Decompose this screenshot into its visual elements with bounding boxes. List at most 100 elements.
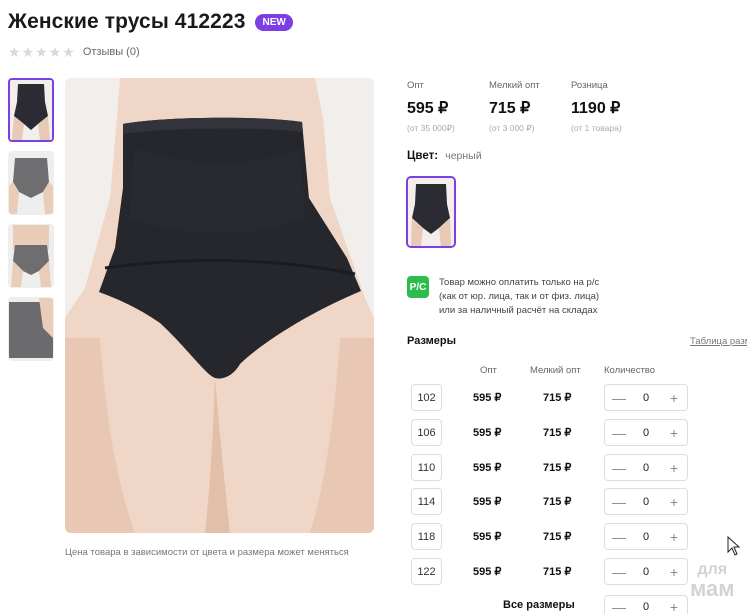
quantity-stepper: — 0 + (604, 558, 688, 585)
size-small-price: 715 ₽ (543, 566, 572, 578)
quantity-value[interactable]: 0 (643, 601, 649, 613)
minus-button[interactable]: — (612, 461, 626, 475)
size-label: 118 (411, 523, 442, 550)
size-opt-price: 595 ₽ (473, 531, 502, 543)
minus-button[interactable]: — (612, 495, 626, 509)
star-icon: ★ (21, 44, 35, 60)
reviews-link[interactable]: Отзывы (0) (83, 46, 140, 58)
product-title-row: Женские трусы 412223 NEW (8, 10, 293, 34)
price-block: Опт 595 ₽ (от 35 000₽) Мелкий опт 715 ₽ … (407, 80, 653, 134)
size-row: 118 595 ₽ 715 ₽ — 0 + (411, 523, 701, 551)
star-icon: ★ (62, 44, 75, 60)
new-badge: NEW (255, 13, 293, 31)
payment-text: Товар можно оплатить только на р/с (как … (439, 276, 629, 318)
price-label: Розница (571, 80, 608, 91)
quantity-stepper: — 0 + (604, 419, 688, 446)
minus-button[interactable]: — (612, 530, 626, 544)
column-header-opt: Опт (480, 365, 497, 376)
main-product-image[interactable] (65, 78, 374, 533)
thumbnail-2[interactable] (8, 151, 54, 215)
bank-transfer-icon: Р/С (407, 276, 429, 298)
plus-button[interactable]: + (668, 426, 680, 440)
column-header-small-opt: Мелкий опт (530, 365, 581, 376)
watermark-line: мам (690, 576, 735, 601)
size-label: 102 (411, 384, 442, 411)
size-small-price: 715 ₽ (543, 531, 572, 543)
size-label: 122 (411, 558, 442, 585)
all-sizes-label: Все размеры (503, 599, 575, 611)
plus-button[interactable]: + (668, 530, 680, 544)
rating-row: ★ ★ ★ ★ ★ Отзывы (0) (8, 45, 140, 59)
size-opt-price: 595 ₽ (473, 392, 502, 404)
payment-line: Товар можно оплатить только на р/с (439, 277, 600, 288)
size-small-price: 715 ₽ (543, 462, 572, 474)
price-note: (от 1 товара) (571, 123, 622, 133)
size-row: 106 595 ₽ 715 ₽ — 0 + (411, 419, 701, 447)
size-small-price: 715 ₽ (543, 392, 572, 404)
size-opt-price: 595 ₽ (473, 496, 502, 508)
quantity-value[interactable]: 0 (643, 531, 649, 543)
plus-button[interactable]: + (668, 600, 680, 614)
price-caption: Цена товара в зависимости от цвета и раз… (65, 547, 349, 558)
price-note: (от 35 000₽) (407, 123, 455, 133)
all-sizes-stepper: — 0 + (604, 595, 688, 614)
size-label: 110 (411, 454, 442, 481)
size-opt-price: 595 ₽ (473, 462, 502, 474)
column-header-quantity: Количество (604, 365, 656, 376)
quantity-stepper: — 0 + (604, 523, 688, 550)
plus-button[interactable]: + (668, 391, 680, 405)
thumbnail-list (8, 78, 54, 361)
price-label: Мелкий опт (489, 80, 540, 91)
price-value: 1190 ₽ (571, 100, 621, 117)
all-sizes-row: Все размеры — 0 + (411, 595, 701, 614)
sizes-title: Размеры (407, 335, 457, 347)
thumbnail-1[interactable] (8, 78, 54, 142)
plus-button[interactable]: + (668, 565, 680, 579)
size-label: 114 (411, 488, 442, 515)
size-row: 122 595 ₽ 715 ₽ — 0 + (411, 558, 701, 586)
quantity-value[interactable]: 0 (643, 496, 649, 508)
quantity-stepper: — 0 + (604, 488, 688, 515)
size-row: 114 595 ₽ 715 ₽ — 0 + (411, 488, 701, 516)
size-label: 106 (411, 419, 442, 446)
watermark-logo: для мам (690, 560, 735, 601)
minus-button[interactable]: — (612, 600, 626, 614)
plus-button[interactable]: + (668, 495, 680, 509)
payment-note: Р/С Товар можно оплатить только на р/с (… (407, 276, 629, 318)
size-opt-price: 595 ₽ (473, 566, 502, 578)
plus-button[interactable]: + (668, 461, 680, 475)
size-row: 102 595 ₽ 715 ₽ — 0 + (411, 384, 701, 412)
star-icon: ★ (8, 44, 21, 60)
mouse-cursor-icon (727, 535, 741, 561)
quantity-value[interactable]: 0 (643, 462, 649, 474)
thumbnail-4[interactable] (8, 297, 54, 361)
quantity-value[interactable]: 0 (643, 427, 649, 439)
size-row: 110 595 ₽ 715 ₽ — 0 + (411, 454, 701, 482)
color-label: Цвет: (407, 150, 439, 162)
price-value: 595 ₽ (407, 100, 449, 117)
price-small-wholesale: Мелкий опт 715 ₽ (от 3 000 ₽) (489, 80, 571, 134)
rating-stars[interactable]: ★ ★ ★ ★ ★ (8, 45, 75, 59)
size-table-link[interactable]: Таблица разм (690, 336, 747, 347)
price-label: Опт (407, 80, 424, 91)
size-small-price: 715 ₽ (543, 427, 572, 439)
quantity-value[interactable]: 0 (643, 392, 649, 404)
product-title: Женские трусы 412223 (8, 10, 246, 33)
quantity-stepper: — 0 + (604, 454, 688, 481)
star-icon: ★ (48, 44, 62, 60)
price-value: 715 ₽ (489, 100, 531, 117)
quantity-value[interactable]: 0 (643, 566, 649, 578)
color-swatch-black[interactable] (406, 176, 456, 248)
price-note: (от 3 000 ₽) (489, 123, 535, 133)
quantity-stepper: — 0 + (604, 384, 688, 411)
color-value: черный (445, 150, 482, 162)
minus-button[interactable]: — (612, 565, 626, 579)
price-retail: Розница 1190 ₽ (от 1 товара) (571, 80, 653, 134)
star-icon: ★ (35, 44, 48, 60)
minus-button[interactable]: — (612, 426, 626, 440)
thumbnail-3[interactable] (8, 224, 54, 288)
size-opt-price: 595 ₽ (473, 427, 502, 439)
price-wholesale: Опт 595 ₽ (от 35 000₽) (407, 80, 489, 134)
payment-line: или за наличный расчёт на складах (439, 305, 598, 316)
minus-button[interactable]: — (612, 391, 626, 405)
